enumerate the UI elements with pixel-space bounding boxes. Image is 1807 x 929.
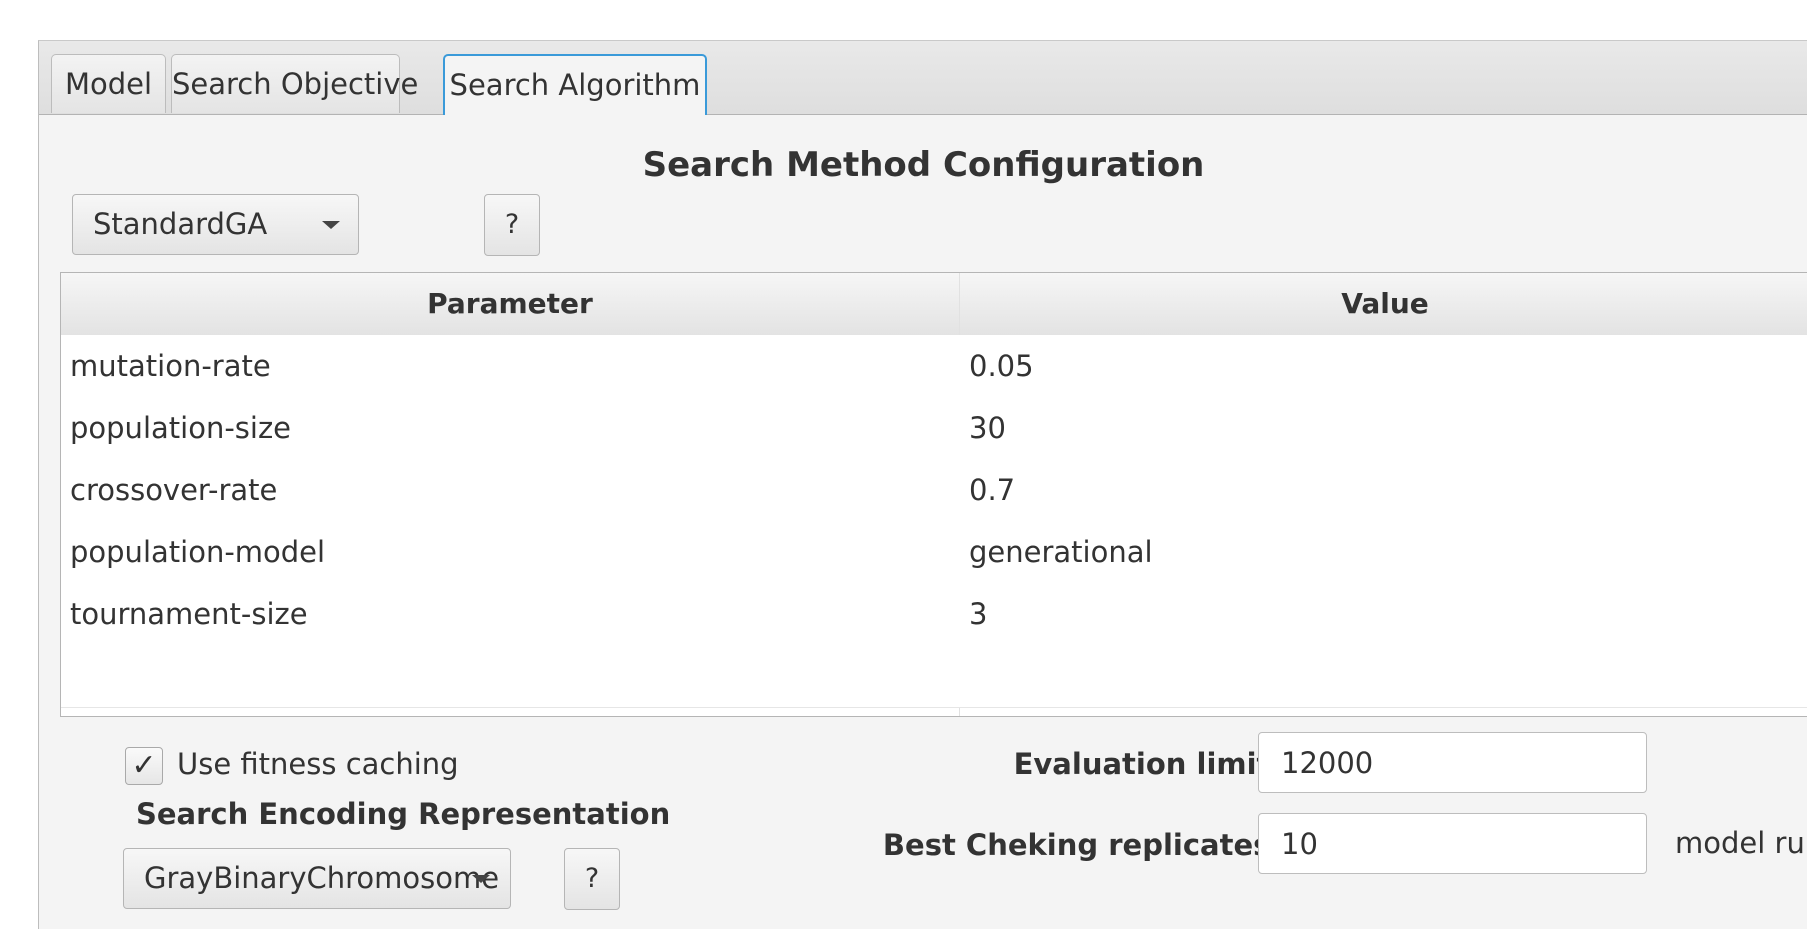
checkmark-icon: ✓ [131,748,157,783]
parameter-name: tournament-size [70,597,308,631]
tab-bar: Model Search Objective Search Algorithm [39,41,1807,115]
column-header-value[interactable]: Value [959,273,1807,335]
table-header: Parameter Value [61,273,1807,336]
tab-search-algorithm[interactable]: Search Algorithm [443,54,707,115]
encoding-value: GrayBinaryChromosome [144,861,500,895]
encoding-title: Search Encoding Representation [136,797,671,831]
column-header-parameter[interactable]: Parameter [61,273,959,335]
parameter-name: population-size [70,411,292,445]
fitness-caching-label[interactable]: Use fitness caching [177,747,459,781]
table-row[interactable]: crossover-rate 0.7 [61,459,1807,522]
search-config-panel: Model Search Objective Search Algorithm … [38,40,1807,929]
parameter-value[interactable]: 0.05 [969,335,1034,397]
evaluation-limit-label: Evaluation limit: [1013,747,1282,781]
table-row[interactable]: population-size 30 [61,397,1807,460]
parameter-value[interactable]: generational [969,521,1153,583]
method-help-button[interactable]: ? [484,194,540,256]
search-method-dropdown[interactable]: StandardGA [72,194,359,255]
parameter-table: Parameter Value mutation-rate 0.05 popul… [60,272,1807,717]
table-row-empty [61,645,1807,708]
tab-search-objective[interactable]: Search Objective [171,54,418,113]
section-title: Search Method Configuration [642,145,1205,185]
table-row[interactable]: tournament-size 3 [61,583,1807,646]
best-checking-unit: model run [1675,826,1807,860]
tab-model[interactable]: Model [51,54,166,113]
parameter-value[interactable]: 0.7 [969,459,1015,521]
table-row[interactable]: population-model generational [61,521,1807,584]
search-method-value: StandardGA [93,207,268,241]
parameter-value[interactable]: 3 [969,583,987,645]
encoding-help-button[interactable]: ? [564,848,620,910]
table-row[interactable]: mutation-rate 0.05 [61,335,1807,398]
chevron-down-icon [472,875,490,883]
parameter-name: mutation-rate [70,349,271,383]
parameter-name: population-model [70,535,326,569]
fitness-caching-checkbox[interactable]: ✓ [125,747,163,785]
chevron-down-icon [322,221,340,229]
encoding-dropdown[interactable]: GrayBinaryChromosome [123,848,511,909]
best-checking-input[interactable] [1258,813,1647,874]
best-checking-label: Best Cheking replicates: [882,828,1282,862]
parameter-name: crossover-rate [70,473,278,507]
parameter-value[interactable]: 30 [969,397,1006,459]
evaluation-limit-input[interactable] [1258,732,1647,793]
